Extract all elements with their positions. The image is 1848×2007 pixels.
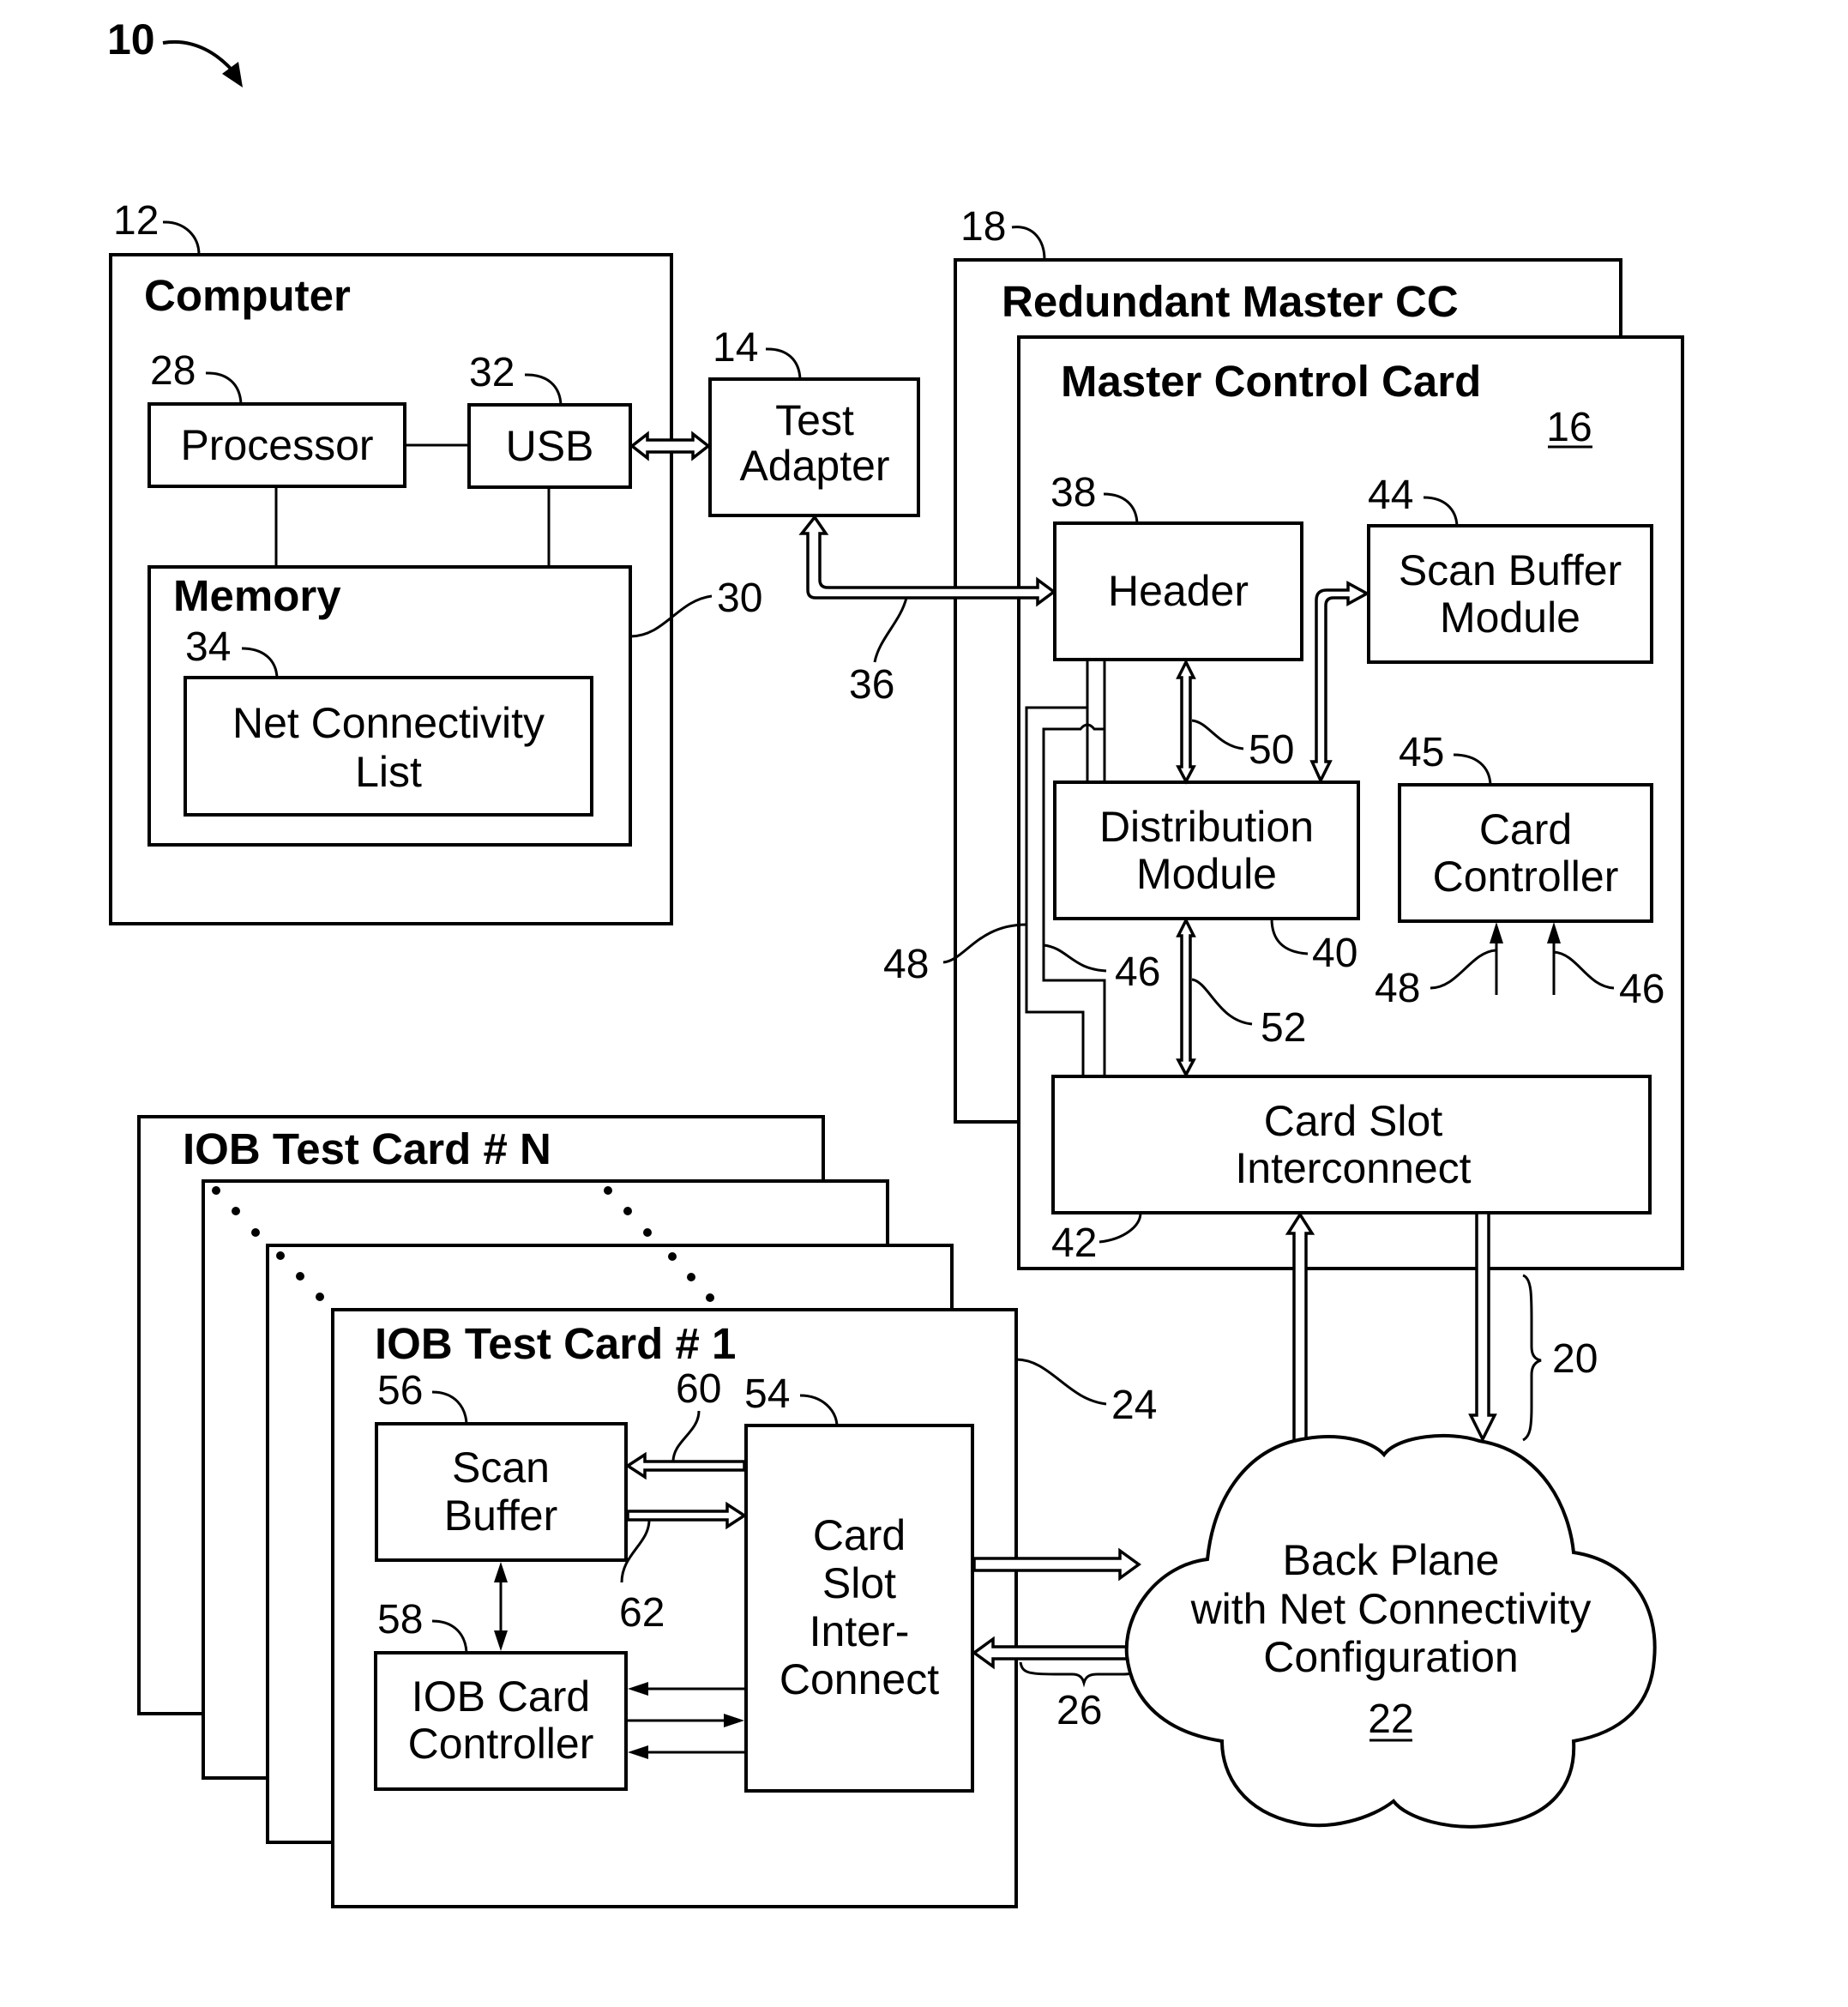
signal-48-ref-right: 48 — [1375, 966, 1420, 1011]
iob-scan-buffer-line-1: Scan — [452, 1443, 550, 1492]
redundant-master-ref: 18 — [960, 204, 1006, 250]
figure-ref-label: 10 — [107, 15, 155, 63]
dist-csi-bus-ref: 52 — [1261, 1005, 1306, 1051]
figure-reference: 10 — [107, 15, 243, 87]
header-label: Header — [1108, 567, 1249, 615]
iob-controller-line-2: Controller — [408, 1720, 594, 1768]
iob-card-n-title: IOB Test Card # N — [183, 1124, 551, 1173]
master-card-ref: 16 — [1546, 405, 1592, 450]
backplane-ref: 22 — [1368, 1697, 1413, 1742]
header-dist-bus-ref: 50 — [1249, 727, 1294, 773]
bus-out-ref: 62 — [619, 1590, 665, 1636]
test-adapter-ref-leader — [765, 347, 802, 380]
csi-line-2: Interconnect — [1235, 1144, 1471, 1192]
iob-csi-line-1: Card — [813, 1511, 906, 1559]
system-block-diagram: 10 12 Computer Processor 28 USB 32 Memor… — [107, 15, 1684, 1908]
distribution-csi-bus-arrow-icon — [1176, 917, 1196, 1078]
test-adapter-block[interactable]: Test Adapter 14 — [708, 325, 920, 517]
bus-in-ref: 60 — [676, 1366, 721, 1412]
signal-48-ref-left: 48 — [883, 942, 929, 987]
backplane-line-1: Back Plane — [1283, 1536, 1500, 1584]
header-ref: 38 — [1050, 470, 1096, 515]
iob-bus-brace — [1019, 1661, 1144, 1688]
backplane-cloud[interactable]: Back Plane with Net Connectivity Configu… — [1124, 1433, 1657, 1829]
csi-line-1: Card Slot — [1264, 1097, 1443, 1145]
test-adapter-line-2: Adapter — [739, 442, 889, 490]
adapter-bus-ref: 36 — [849, 662, 894, 708]
iob-controller-line-1: IOB Card — [412, 1672, 590, 1721]
iob-test-card-stack[interactable]: IOB Test Card # N IOB Test Card # 1 24 S… — [137, 1115, 1157, 1908]
master-bus-brace — [1522, 1274, 1542, 1442]
redundant-master-ref-leader — [1011, 226, 1046, 261]
iob-card-slot-interconnect-block[interactable]: Card Slot Inter- Connect 54 — [744, 1371, 974, 1793]
redundant-master-title: Redundant Master CC — [1002, 277, 1459, 326]
scan-buffer-module-line-2: Module — [1440, 594, 1580, 642]
processor-ref: 28 — [150, 348, 196, 394]
iob-csi-line-3: Inter- — [810, 1607, 910, 1655]
master-card-title: Master Control Card — [1061, 357, 1481, 406]
backplane-line-3: Configuration — [1263, 1633, 1518, 1681]
figure-ref-arrowhead-icon — [222, 62, 243, 87]
iob-csi-ref: 54 — [744, 1371, 790, 1417]
signal-46-ref-left: 46 — [1115, 949, 1160, 995]
card-controller-line-2: Controller — [1433, 853, 1619, 901]
figure-ref-leader — [162, 39, 238, 77]
iob-bus-ref: 26 — [1056, 1688, 1102, 1733]
net-list-ref: 34 — [185, 624, 231, 670]
computer-title: Computer — [144, 271, 351, 320]
card-controller-ref: 45 — [1399, 730, 1444, 775]
scan-buffer-module-line-1: Scan Buffer — [1399, 546, 1622, 594]
scan-buffer-module-ref: 44 — [1368, 473, 1413, 518]
memory-title: Memory — [173, 571, 341, 620]
iob-cards-ref: 24 — [1111, 1383, 1157, 1428]
master-bus-ref: 20 — [1552, 1336, 1598, 1382]
computer-ref: 12 — [113, 198, 159, 244]
header-distribution-bus-arrow-icon — [1176, 659, 1196, 785]
usb-ref: 32 — [469, 350, 515, 395]
iob-scan-buffer-ref: 56 — [377, 1368, 423, 1413]
test-adapter-ref: 14 — [713, 325, 758, 371]
adapter-bus-ref-leader — [873, 597, 908, 663]
net-list-line-1: Net Connectivity — [232, 699, 545, 747]
iob-controller-ref: 58 — [377, 1597, 423, 1642]
distribution-module-line-1: Distribution — [1099, 803, 1314, 851]
test-adapter-line-1: Test — [775, 396, 854, 444]
usb-label: USB — [506, 422, 594, 470]
distribution-module-line-2: Module — [1136, 850, 1277, 898]
iob-csi-line-4: Connect — [780, 1655, 939, 1703]
net-list-line-2: List — [355, 748, 422, 796]
master-control-card-block[interactable]: Master Control Card 16 36 Header 38 Scan… — [798, 335, 1684, 1270]
computer-block[interactable]: 12 Computer Processor 28 USB 32 Memory 3… — [109, 198, 762, 925]
backplane-line-2: with Net Connectivity — [1190, 1585, 1592, 1633]
signal-46-ref-right: 46 — [1619, 967, 1664, 1012]
iob-csi-line-2: Slot — [822, 1559, 896, 1607]
distribution-module-ref: 40 — [1312, 931, 1357, 976]
computer-ref-leader — [162, 220, 201, 256]
card-controller-line-1: Card — [1479, 805, 1572, 853]
iob-cards-ref-leader — [1015, 1358, 1107, 1406]
iob-card-1-title: IOB Test Card # 1 — [375, 1319, 736, 1368]
iob-scan-buffer-line-2: Buffer — [444, 1492, 558, 1540]
memory-ref: 30 — [717, 576, 762, 621]
csi-ref: 42 — [1051, 1220, 1097, 1266]
processor-label: Processor — [180, 421, 373, 469]
